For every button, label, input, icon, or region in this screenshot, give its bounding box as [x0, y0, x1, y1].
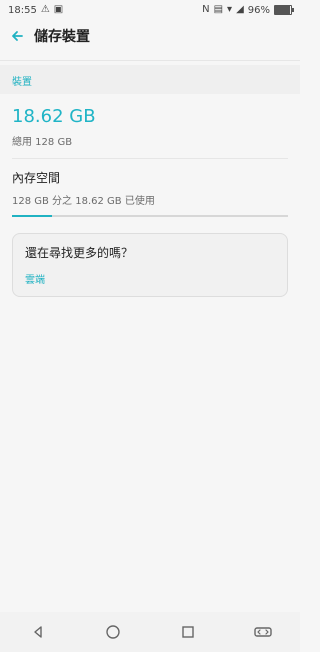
status-time: 18:55 [8, 4, 37, 16]
total-storage-value: 總用 128 GB [12, 137, 73, 148]
signal-icon: ◢ [236, 4, 244, 15]
internal-storage-item[interactable]: 內存空間 128 GB 分之 18.62 GB 已使用 [0, 159, 300, 217]
status-right: N ▤ ▾ ◢ 96% [202, 4, 294, 16]
home-circle-icon [105, 625, 120, 639]
nfc-icon: N [202, 4, 210, 15]
back-button[interactable] [8, 26, 28, 46]
card-question: 還在尋找更多的嗎？ [25, 246, 134, 260]
triangle-back-icon [33, 626, 42, 638]
header-divider [0, 60, 300, 61]
battery-percent: 96% [247, 4, 270, 16]
nav-back-button[interactable] [26, 620, 50, 644]
image-icon: ▣ [53, 4, 64, 15]
battery-fill [275, 6, 291, 14]
section-device-header: 裝置 [0, 65, 300, 94]
switch-apps-icon [253, 627, 272, 637]
warning-icon: ⚠ [40, 4, 50, 15]
more-options-card: 還在尋找更多的嗎？ 雲端 [12, 233, 288, 297]
nav-switch-button[interactable] [251, 620, 275, 644]
page-title: 儲存裝置 [34, 29, 90, 45]
navigation-bar [0, 612, 300, 652]
storage-summary: 18.62 GB 總用 128 GB [0, 94, 300, 158]
back-arrow-icon [12, 31, 23, 41]
nav-recents-button[interactable] [176, 620, 200, 644]
nav-home-button[interactable] [101, 620, 125, 644]
internal-storage-title: 內存空間 [12, 171, 61, 185]
status-left: 18:55 ⚠ ▣ [8, 5, 63, 16]
used-storage-value: 18.62 GB [12, 106, 96, 127]
storage-progress-bar [12, 215, 288, 217]
recents-square-icon [181, 626, 194, 638]
app-bar: 儲存裝置 [0, 20, 300, 52]
storage-progress-fill [12, 215, 53, 217]
status-bar: 18:55 ⚠ ▣ N ▤ ▾ ◢ 96% [0, 0, 300, 20]
wifi-icon: ▾ [227, 4, 233, 15]
volte-icon: ▤ [213, 4, 224, 15]
internal-storage-detail: 128 GB 分之 18.62 GB 已使用 [12, 196, 155, 207]
cloud-link[interactable]: 雲端 [25, 271, 275, 286]
battery-icon [274, 5, 294, 15]
